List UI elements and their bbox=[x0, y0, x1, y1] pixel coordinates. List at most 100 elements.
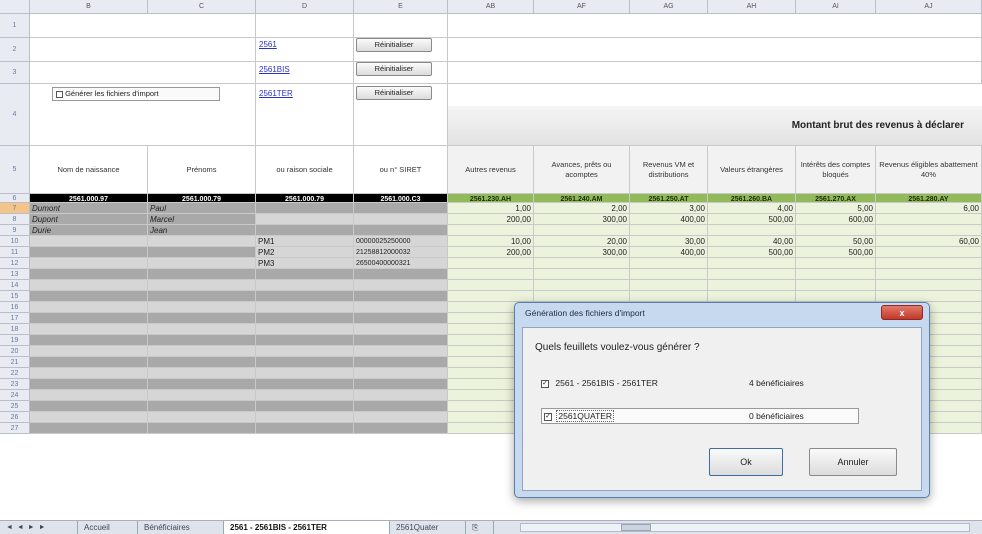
total-cell[interactable]: 2561.250.AT bbox=[630, 194, 708, 203]
data-cell[interactable] bbox=[256, 357, 354, 368]
total-cell[interactable]: 2561.240.AM bbox=[534, 194, 630, 203]
row-header[interactable]: 9 bbox=[0, 225, 30, 236]
data-cell[interactable] bbox=[354, 269, 448, 280]
row-header[interactable]: 15 bbox=[0, 291, 30, 302]
data-cell[interactable] bbox=[354, 379, 448, 390]
data-cell[interactable]: 400,00 bbox=[630, 214, 708, 225]
data-cell[interactable] bbox=[354, 324, 448, 335]
data-cell[interactable] bbox=[30, 291, 148, 302]
data-cell[interactable] bbox=[354, 302, 448, 313]
data-cell[interactable] bbox=[148, 335, 256, 346]
data-cell[interactable] bbox=[708, 280, 796, 291]
data-cell[interactable] bbox=[796, 225, 876, 236]
data-cell[interactable] bbox=[148, 302, 256, 313]
link-2561[interactable]: 2561 bbox=[259, 40, 277, 49]
data-cell[interactable] bbox=[30, 258, 148, 269]
cell[interactable] bbox=[256, 14, 354, 38]
data-cell[interactable] bbox=[630, 225, 708, 236]
data-cell[interactable] bbox=[256, 302, 354, 313]
option-2561-row[interactable]: ✓ 2561 - 2561BIS - 2561TER bbox=[541, 376, 861, 390]
data-cell[interactable] bbox=[876, 225, 982, 236]
data-cell[interactable]: Jean bbox=[148, 225, 256, 236]
data-cell[interactable] bbox=[256, 379, 354, 390]
row-header[interactable]: 23 bbox=[0, 379, 30, 390]
data-cell[interactable] bbox=[354, 412, 448, 423]
row-header[interactable]: 21 bbox=[0, 357, 30, 368]
cell[interactable] bbox=[354, 14, 448, 38]
data-cell[interactable] bbox=[30, 368, 148, 379]
total-cell[interactable]: 2561.000.79 bbox=[256, 194, 354, 203]
data-cell[interactable] bbox=[708, 258, 796, 269]
data-cell[interactable] bbox=[256, 280, 354, 291]
data-cell[interactable] bbox=[256, 324, 354, 335]
row-header[interactable]: 18 bbox=[0, 324, 30, 335]
data-cell[interactable] bbox=[148, 390, 256, 401]
data-cell[interactable] bbox=[534, 280, 630, 291]
row-header[interactable]: 3 bbox=[0, 62, 30, 84]
data-cell[interactable] bbox=[30, 247, 148, 258]
reset-button-1[interactable]: Réinitialiser bbox=[356, 38, 432, 52]
data-cell[interactable] bbox=[354, 203, 448, 214]
tab-accueil[interactable]: Accueil bbox=[78, 521, 138, 534]
horizontal-scrollbar[interactable] bbox=[520, 523, 970, 532]
data-cell[interactable] bbox=[354, 214, 448, 225]
col-header-aj[interactable]: AJ bbox=[876, 0, 982, 14]
total-cell[interactable]: 2561.260.BA bbox=[708, 194, 796, 203]
row-header[interactable]: 11 bbox=[0, 247, 30, 258]
data-cell[interactable] bbox=[148, 269, 256, 280]
row-header[interactable]: 7 bbox=[0, 203, 30, 214]
data-cell[interactable]: PM1 bbox=[256, 236, 354, 247]
cell[interactable] bbox=[448, 62, 982, 84]
data-cell[interactable]: 500,00 bbox=[708, 214, 796, 225]
cell[interactable] bbox=[30, 14, 256, 38]
link-2561ter[interactable]: 2561TER bbox=[259, 89, 293, 98]
cell[interactable] bbox=[448, 38, 982, 62]
data-cell[interactable]: 4,00 bbox=[708, 203, 796, 214]
data-cell[interactable] bbox=[534, 291, 630, 302]
data-cell[interactable] bbox=[256, 335, 354, 346]
total-cell[interactable]: 2561.230.AH bbox=[448, 194, 534, 203]
data-cell[interactable] bbox=[534, 269, 630, 280]
col-header-ag[interactable]: AG bbox=[630, 0, 708, 14]
data-cell[interactable] bbox=[148, 423, 256, 434]
data-cell[interactable] bbox=[708, 291, 796, 302]
data-cell[interactable] bbox=[256, 269, 354, 280]
scrollbar-thumb[interactable] bbox=[621, 524, 651, 531]
data-cell[interactable]: 200,00 bbox=[448, 214, 534, 225]
data-cell[interactable] bbox=[448, 225, 534, 236]
data-cell[interactable] bbox=[30, 423, 148, 434]
data-cell[interactable] bbox=[796, 269, 876, 280]
data-cell[interactable] bbox=[148, 313, 256, 324]
row-header[interactable]: 16 bbox=[0, 302, 30, 313]
col-header-c[interactable]: C bbox=[148, 0, 256, 14]
data-cell[interactable] bbox=[630, 269, 708, 280]
data-cell[interactable]: 500,00 bbox=[708, 247, 796, 258]
row-header[interactable]: 26 bbox=[0, 412, 30, 423]
data-cell[interactable] bbox=[256, 390, 354, 401]
col-header-d[interactable]: D bbox=[256, 0, 354, 14]
data-cell[interactable] bbox=[148, 291, 256, 302]
data-cell[interactable] bbox=[448, 258, 534, 269]
reset-button-2[interactable]: Réinitialiser bbox=[356, 62, 432, 76]
data-cell[interactable]: 6,00 bbox=[876, 203, 982, 214]
total-cell[interactable]: 2561.000.97 bbox=[30, 194, 148, 203]
data-cell[interactable] bbox=[256, 291, 354, 302]
data-cell[interactable] bbox=[448, 269, 534, 280]
data-cell[interactable] bbox=[630, 258, 708, 269]
data-cell[interactable] bbox=[876, 291, 982, 302]
data-cell[interactable] bbox=[876, 247, 982, 258]
data-cell[interactable] bbox=[256, 346, 354, 357]
data-cell[interactable]: 26500400000321 bbox=[354, 258, 448, 269]
data-cell[interactable]: 30,00 bbox=[630, 236, 708, 247]
data-cell[interactable]: Dumont bbox=[30, 203, 148, 214]
row-header[interactable]: 6 bbox=[0, 194, 30, 203]
data-cell[interactable] bbox=[796, 258, 876, 269]
data-cell[interactable] bbox=[448, 291, 534, 302]
data-cell[interactable] bbox=[354, 346, 448, 357]
data-cell[interactable]: PM3 bbox=[256, 258, 354, 269]
data-cell[interactable] bbox=[30, 357, 148, 368]
ok-button[interactable]: Ok bbox=[709, 448, 783, 476]
row-header[interactable]: 22 bbox=[0, 368, 30, 379]
data-cell[interactable]: 500,00 bbox=[796, 247, 876, 258]
data-cell[interactable] bbox=[354, 357, 448, 368]
